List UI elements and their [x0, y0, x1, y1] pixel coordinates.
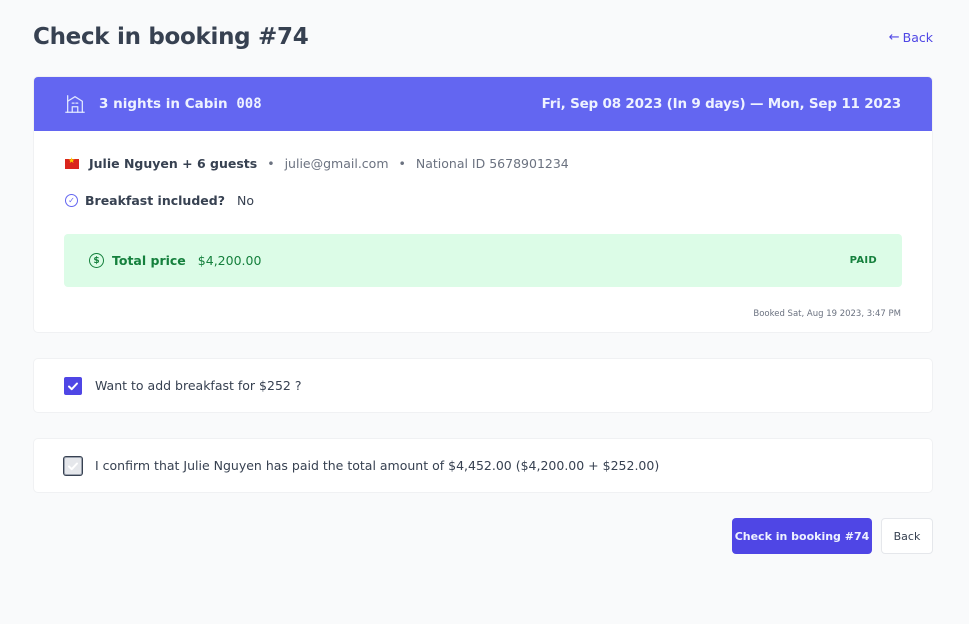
price-label: Total price — [112, 253, 186, 268]
guest-row: Julie Nguyen + 6 guests • julie@gmail.co… — [65, 156, 569, 171]
price-value: $4,200.00 — [197, 253, 262, 268]
price-box: $ Total price $4,200.00 PAID — [64, 234, 902, 287]
check-circle-icon: ✓ — [65, 194, 78, 207]
vietnam-flag-icon — [65, 156, 79, 169]
page-title: Check in booking #74 — [33, 24, 309, 50]
check-in-page: Check in booking #74 ← Back 3 nights in … — [0, 0, 969, 624]
confirm-paid-checkbox[interactable] — [64, 456, 82, 475]
confirm-paid-option: I confirm that Julie Nguyen has paid the… — [33, 438, 933, 493]
booked-timestamp: Booked Sat, Aug 19 2023, 3:47 PM — [753, 309, 901, 319]
price-left: $ Total price $4,200.00 — [89, 253, 261, 268]
breakfast-value: No — [236, 193, 254, 208]
confirm-paid-label[interactable]: I confirm that Julie Nguyen has paid the… — [95, 458, 659, 473]
page-header: Check in booking #74 ← Back — [33, 19, 933, 55]
guest-email: julie@gmail.com — [284, 156, 389, 171]
separator: • — [398, 156, 406, 171]
breakfast-label: Breakfast included? — [85, 193, 225, 208]
check-in-button[interactable]: Check in booking #74 — [732, 518, 872, 554]
back-link[interactable]: ← Back — [889, 30, 933, 45]
form-actions: Check in booking #74 Back — [732, 518, 933, 554]
guest-name: Julie Nguyen + 6 guests — [89, 156, 258, 171]
banner-nights-label: 3 nights in Cabin 008 — [99, 96, 262, 112]
guest-national-id: National ID 5678901234 — [415, 156, 569, 171]
breakfast-row: ✓ Breakfast included? No — [65, 193, 254, 208]
back-button[interactable]: Back — [881, 518, 933, 554]
nights-text: 3 nights in Cabin — [99, 96, 228, 112]
add-breakfast-label[interactable]: Want to add breakfast for $252 ? — [95, 378, 301, 393]
house-icon — [64, 93, 86, 115]
separator: • — [267, 156, 275, 171]
back-arrow-icon: ← — [888, 29, 900, 45]
add-breakfast-checkbox[interactable] — [64, 376, 82, 395]
dollar-circle-icon: $ — [89, 253, 104, 268]
booking-dates: Fri, Sep 08 2023 (In 9 days) — Mon, Sep … — [541, 96, 902, 112]
cabin-code: 008 — [236, 96, 262, 112]
add-breakfast-option: Want to add breakfast for $252 ? — [33, 358, 933, 413]
banner-left: 3 nights in Cabin 008 — [64, 93, 262, 115]
back-link-label: Back — [902, 29, 933, 45]
booking-details-card: 3 nights in Cabin 008 Fri, Sep 08 2023 (… — [33, 76, 933, 333]
payment-status-badge: PAID — [849, 255, 877, 266]
booking-banner: 3 nights in Cabin 008 Fri, Sep 08 2023 (… — [34, 77, 932, 131]
